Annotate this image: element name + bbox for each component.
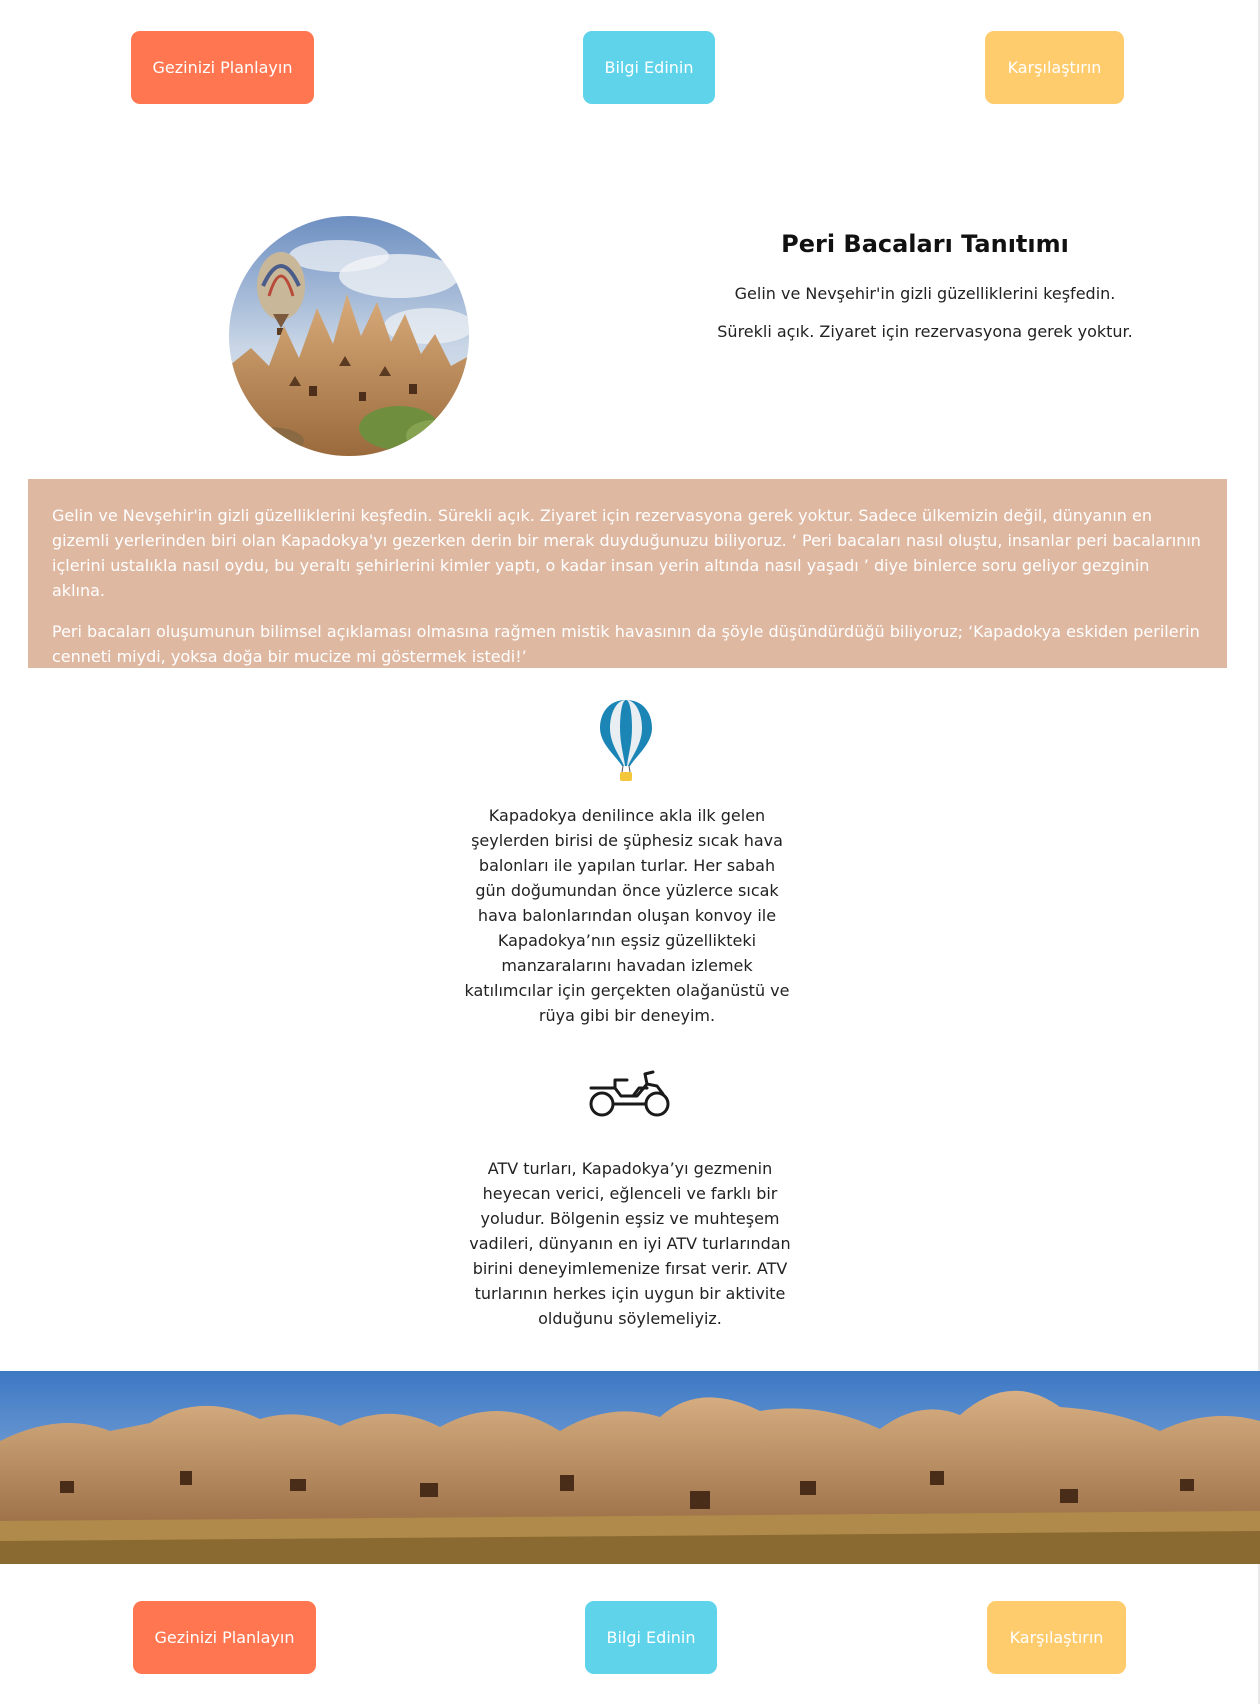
plan-trip-button[interactable]: Gezinizi Planlayın — [131, 31, 314, 104]
intro-line-2: Sürekli açık. Ziyaret için rezervasyona … — [717, 322, 1133, 341]
hot-air-balloon-icon — [596, 698, 656, 782]
plan-trip-button[interactable]: Gezinizi Planlayın — [133, 1601, 316, 1674]
band-paragraph-2: Peri bacaları oluşumunun bilimsel açıkla… — [52, 622, 1200, 666]
fairy-chimneys-balloon-image — [229, 216, 469, 456]
compare-button[interactable]: Karşılaştırın — [985, 31, 1124, 104]
intro-line-1: Gelin ve Nevşehir'in gizli güzelliklerin… — [734, 284, 1116, 303]
learn-more-button[interactable]: Bilgi Edinin — [583, 31, 715, 104]
intro-title: Peri Bacaları Tanıtımı — [781, 230, 1069, 258]
top-cta-row: Gezinizi Planlayın Bilgi Edinin Karşılaş… — [0, 31, 1260, 107]
atv-tour-text: ATV turları, Kapadokya’yı gezmenin heyec… — [469, 1159, 791, 1328]
balloon-tour-text: Kapadokya denilince akla ilk gelen şeyle… — [464, 806, 790, 1025]
learn-more-button[interactable]: Bilgi Edinin — [585, 1601, 717, 1674]
atv-motorbike-icon — [587, 1066, 673, 1118]
compare-button[interactable]: Karşılaştırın — [987, 1601, 1126, 1674]
bottom-cta-row: Gezinizi Planlayın Bilgi Edinin Karşılaş… — [0, 1601, 1260, 1677]
description-band: Gelin ve Nevşehir'in gizli güzelliklerin… — [28, 479, 1227, 668]
cappadocia-panorama-image — [0, 1371, 1260, 1564]
band-paragraph-1: Gelin ve Nevşehir'in gizli güzelliklerin… — [52, 506, 1201, 600]
intro-section: Peri Bacaları Tanıtımı Gelin ve Nevşehir… — [700, 230, 1150, 360]
